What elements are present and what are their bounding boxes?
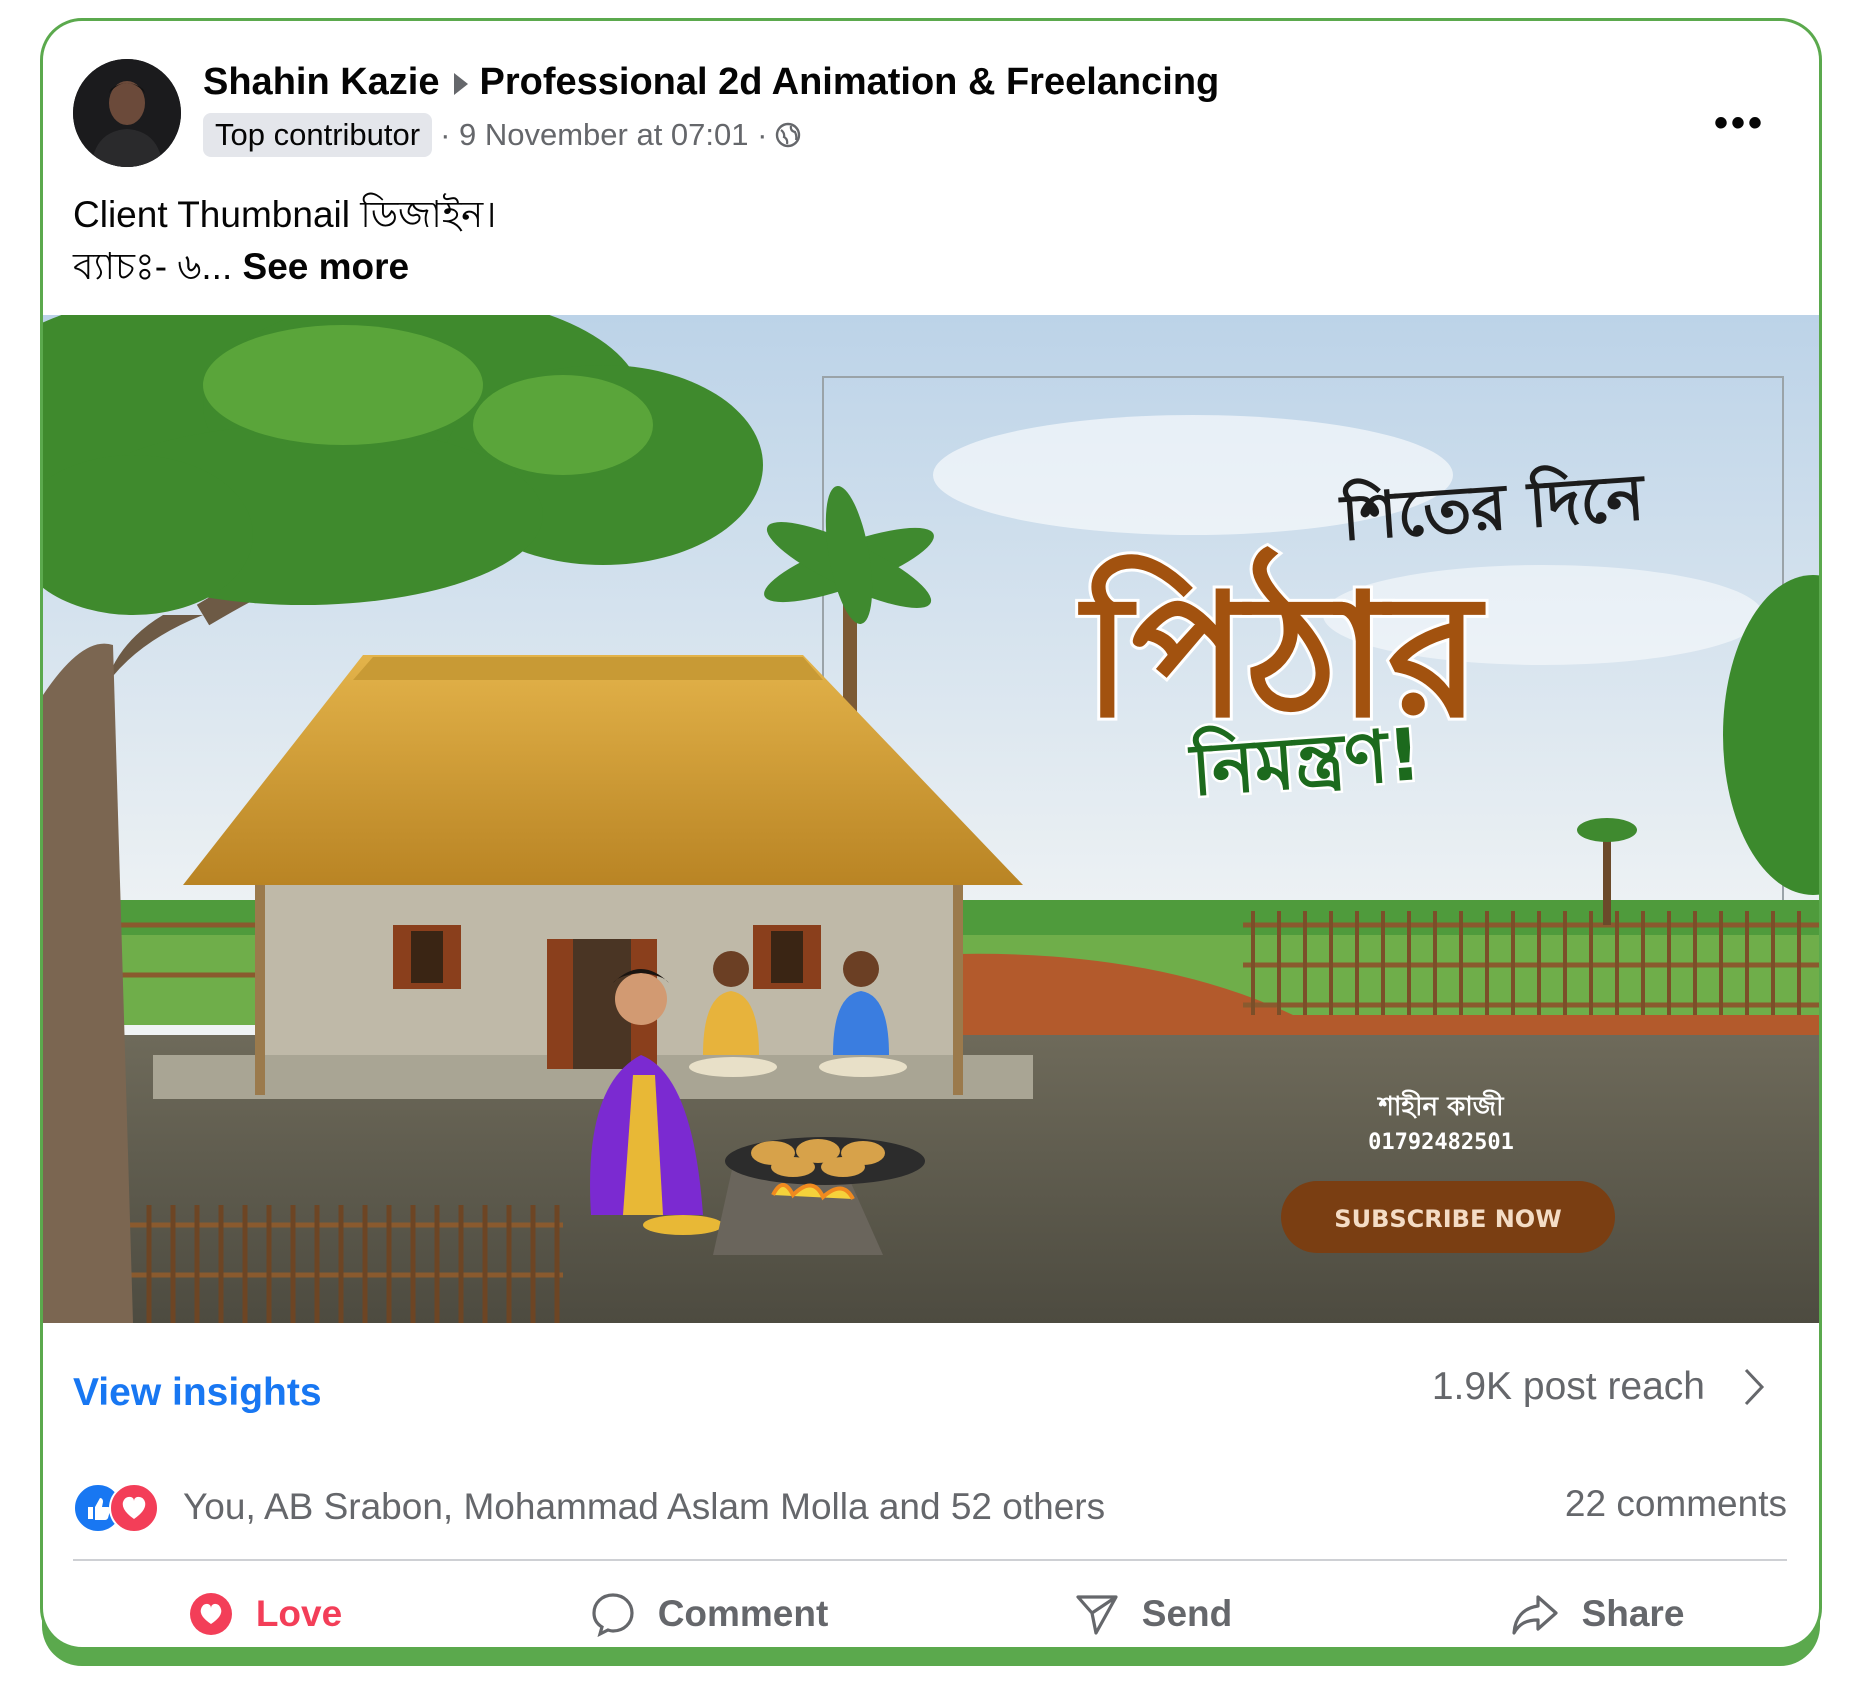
top-contributor-badge: Top contributor <box>203 113 433 157</box>
reactions-text: You, AB Srabon, Mohammad Aslam Molla and… <box>183 1486 1106 1527</box>
chevron-right-icon <box>1744 1368 1765 1406</box>
post-card: Shahin Kazie Professional 2d Animation & … <box>40 18 1822 1650</box>
post-caption: Client Thumbnail ডিজাইন। ব্যাচঃ- ৬... Se… <box>73 189 496 293</box>
share-button[interactable]: Share <box>1375 1581 1819 1647</box>
reaction-icons <box>73 1483 169 1533</box>
comment-icon <box>592 1593 634 1637</box>
share-label: Share <box>1581 1593 1685 1634</box>
more-icon[interactable]: ••• <box>1714 101 1765 146</box>
globe-icon <box>776 122 801 148</box>
see-more-link[interactable]: See more <box>243 246 410 287</box>
send-label: Send <box>1141 1593 1233 1634</box>
thumb-phone: 01792482501 <box>1368 1130 1514 1155</box>
thumb-author: শাহীন কাজী <box>1376 1089 1505 1122</box>
love-button[interactable]: Love <box>43 1581 487 1647</box>
post-timestamp[interactable]: · 9 November at 07:01 · <box>440 117 767 153</box>
author-name[interactable]: Shahin Kazie <box>203 61 440 103</box>
group-name[interactable]: Professional 2d Animation & Freelancing <box>480 61 1220 103</box>
arrow-right-icon <box>453 72 468 95</box>
action-bar: Love Comment Send Share <box>43 1581 1819 1647</box>
avatar[interactable] <box>73 59 181 167</box>
love-label: Love <box>255 1593 343 1634</box>
view-insights-link[interactable]: View insights <box>73 1371 322 1415</box>
love-icon <box>189 1593 232 1635</box>
headline-green: নিমন্ত্রণ! <box>1185 710 1423 812</box>
love-icon <box>109 1483 159 1533</box>
post-reach[interactable]: 1.9K post reach <box>1432 1365 1765 1409</box>
post-header-title: Shahin Kazie Professional 2d Animation & … <box>203 61 1219 104</box>
reactions-summary[interactable]: You, AB Srabon, Mohammad Aslam Molla and… <box>73 1483 1106 1533</box>
send-button[interactable]: Send <box>931 1581 1375 1647</box>
post-reach-text: 1.9K post reach <box>1431 1365 1705 1408</box>
caption-line-1: Client Thumbnail ডিজাইন। <box>73 194 497 235</box>
send-icon <box>1076 1595 1118 1635</box>
divider <box>73 1559 1787 1561</box>
subscribe-now: SUBSCRIBE NOW <box>1334 1205 1561 1233</box>
post-image[interactable]: শিতের দিনে পিঠার নিমন্ত্রণ! শাহীন কাজী 0… <box>43 315 1819 1323</box>
share-icon <box>1511 1595 1558 1635</box>
post-meta: Top contributor · 9 November at 07:01 · <box>203 113 801 157</box>
comments-count[interactable]: 22 comments <box>1565 1483 1787 1525</box>
comment-button[interactable]: Comment <box>487 1581 931 1647</box>
caption-line-2: ব্যাচঃ- ৬... <box>73 246 233 287</box>
comment-label: Comment <box>657 1593 829 1634</box>
